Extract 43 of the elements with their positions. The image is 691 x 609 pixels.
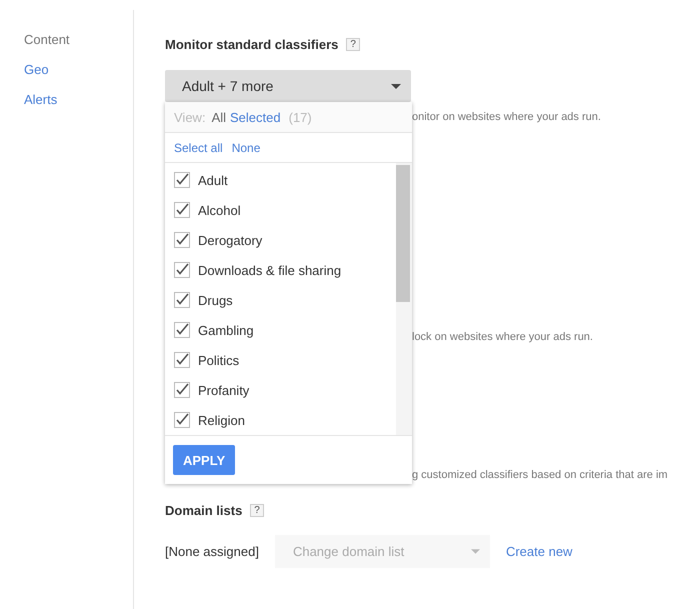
description-text: lock on websites where your ads run.	[412, 331, 593, 343]
section-title: Domain lists	[165, 503, 242, 518]
checkbox[interactable]	[174, 202, 190, 218]
checkbox[interactable]	[174, 412, 190, 428]
description-text: onitor on websites where your ads run.	[412, 111, 601, 123]
domain-list-dropdown[interactable]: Change domain list	[274, 535, 490, 568]
classifier-label: Politics	[198, 352, 240, 368]
checkbox[interactable]	[174, 352, 190, 368]
classifier-label: Drugs	[198, 292, 233, 308]
apply-button[interactable]: APPLY	[173, 445, 236, 475]
create-new-link[interactable]: Create new	[506, 544, 572, 559]
classifier-label: Gambling	[198, 322, 254, 338]
checkbox[interactable]	[174, 322, 190, 338]
count-text: (17)	[288, 110, 312, 124]
help-icon[interactable]: ?	[250, 504, 264, 517]
classifier-label: Religion	[198, 412, 245, 428]
checkbox[interactable]	[174, 382, 190, 398]
view-option[interactable]: All	[212, 110, 226, 124]
checkbox[interactable]	[174, 232, 190, 248]
classifier-label: Profanity	[198, 382, 250, 398]
classifier-label: Alcohol	[198, 202, 241, 218]
classifier-label: Adult	[198, 172, 228, 188]
sidebar-item[interactable]: Content	[24, 32, 133, 47]
checkbox[interactable]	[174, 262, 190, 278]
checkbox[interactable]	[174, 172, 190, 188]
section-title: Monitor standard classifiers	[165, 37, 338, 52]
caret-icon	[391, 84, 401, 88]
view-label: View:	[174, 110, 206, 124]
caret-icon	[470, 549, 480, 554]
select-none-link[interactable]: None	[232, 140, 260, 154]
sidebar-item[interactable]: Alerts	[24, 92, 133, 107]
assigned-text: [None assigned]	[165, 544, 259, 559]
scrollbar-thumb[interactable]	[396, 165, 410, 302]
select-all-link[interactable]: Select all	[174, 140, 223, 154]
classifier-label: Downloads & file sharing	[198, 262, 342, 278]
description-text: g customized classifiers based on criteria that are im	[412, 469, 668, 481]
view-option[interactable]: Selected	[230, 110, 281, 124]
sidebar-item[interactable]: Geo	[24, 62, 133, 77]
checkbox[interactable]	[174, 292, 190, 308]
help-icon[interactable]: ?	[346, 38, 360, 51]
classifier-dropdown[interactable]: Adult + 7 more	[165, 70, 411, 102]
scrollbar[interactable]	[396, 163, 412, 435]
classifier-label: Derogatory	[198, 232, 262, 248]
